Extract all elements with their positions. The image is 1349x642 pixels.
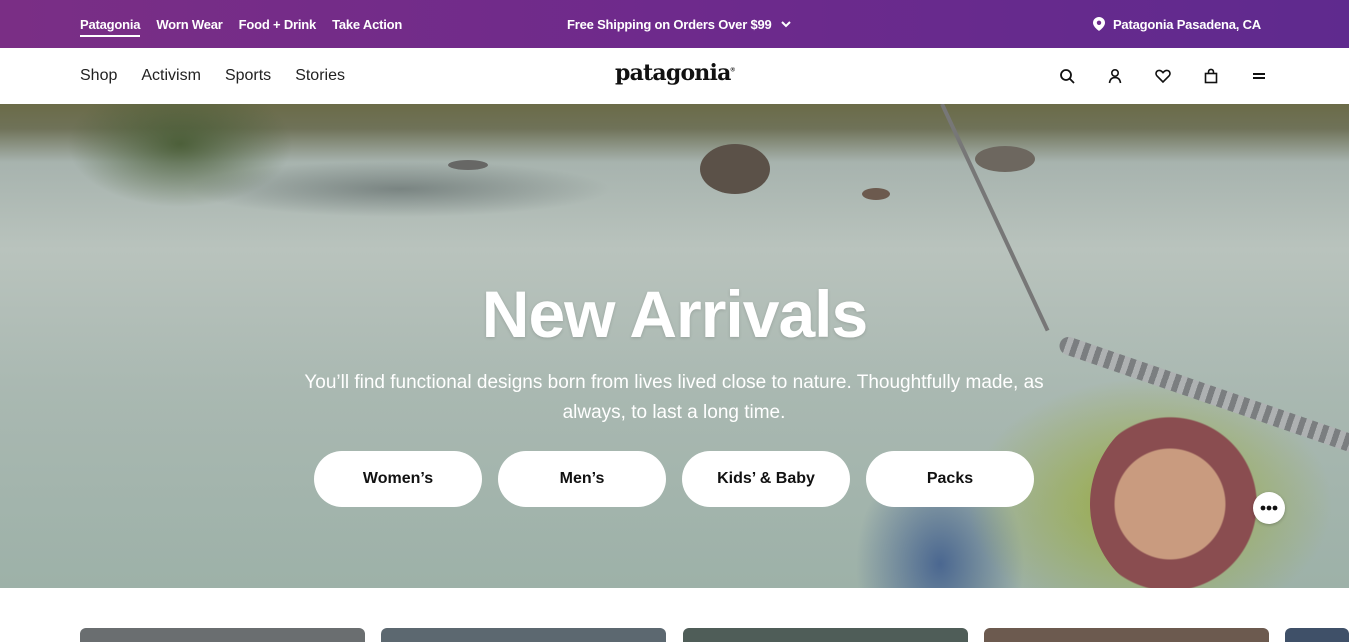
shipping-promo[interactable]: Free Shipping on Orders Over $99	[567, 0, 792, 48]
store-locator[interactable]: Patagonia Pasadena, CA	[1092, 0, 1261, 48]
account-icon[interactable]	[1105, 66, 1125, 86]
registered-mark: ®	[730, 67, 735, 74]
more-options-button[interactable]	[1253, 492, 1285, 524]
brand-link-worn-wear[interactable]: Worn Wear	[156, 17, 223, 32]
logo-text: patagonia	[615, 60, 731, 86]
brand-link-patagonia[interactable]: Patagonia	[80, 17, 141, 37]
chevron-down-icon	[780, 21, 791, 28]
search-icon[interactable]	[1057, 66, 1077, 86]
nav-shop[interactable]: Shop	[80, 67, 117, 85]
kids-baby-button[interactable]: Kids’ & Baby	[682, 451, 850, 507]
hero-category-buttons: Women’s Men’s Kids’ & Baby Packs	[314, 451, 1034, 507]
nav-stories[interactable]: Stories	[295, 67, 345, 85]
hero-title: New Arrivals	[481, 277, 868, 351]
utility-bar: Patagonia Worn Wear Food + Drink Take Ac…	[0, 0, 1349, 48]
bag-icon[interactable]	[1201, 66, 1221, 86]
brand-links: Patagonia Worn Wear Food + Drink Take Ac…	[80, 0, 402, 48]
category-card[interactable]	[381, 628, 666, 642]
nav-sports[interactable]: Sports	[225, 67, 271, 85]
ellipsis-icon	[1260, 505, 1278, 511]
hero-subtitle: You’ll find functional designs born from…	[304, 372, 1044, 423]
nav-activism[interactable]: Activism	[141, 67, 201, 85]
mens-button[interactable]: Men’s	[498, 451, 666, 507]
heart-icon[interactable]	[1153, 66, 1173, 86]
main-header: Shop Activism Sports Stories patagonia®	[0, 48, 1349, 104]
packs-button[interactable]: Packs	[866, 451, 1034, 507]
menu-icon[interactable]	[1249, 66, 1269, 86]
shipping-promo-text: Free Shipping on Orders Over $99	[567, 16, 772, 32]
patagonia-logo[interactable]: patagonia®	[615, 60, 735, 86]
brand-link-take-action[interactable]: Take Action	[332, 17, 402, 32]
location-pin-icon	[1092, 17, 1105, 31]
category-card[interactable]	[984, 628, 1269, 642]
womens-button[interactable]: Women’s	[314, 451, 482, 507]
hero-banner: New Arrivals You’ll find functional desi…	[0, 104, 1349, 588]
header-icons	[1057, 48, 1269, 104]
category-card-row	[0, 628, 1349, 642]
category-card[interactable]	[683, 628, 968, 642]
main-nav: Shop Activism Sports Stories	[80, 48, 345, 104]
store-name: Patagonia Pasadena, CA	[1112, 16, 1261, 32]
category-card[interactable]	[80, 628, 365, 642]
category-card[interactable]	[1285, 628, 1349, 642]
brand-link-food-drink[interactable]: Food + Drink	[239, 17, 317, 32]
hero-content: New Arrivals You’ll find functional desi…	[0, 104, 1349, 588]
